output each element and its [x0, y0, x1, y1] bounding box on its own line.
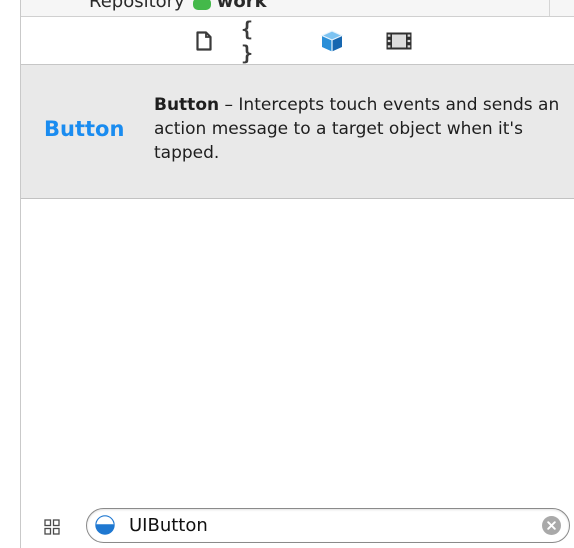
filter-bar — [21, 504, 574, 548]
clear-filter-button[interactable] — [542, 516, 561, 535]
cube-icon — [320, 30, 344, 52]
column-separator — [549, 0, 550, 16]
filter-input[interactable] — [129, 512, 509, 538]
braces-icon: { } — [241, 17, 257, 65]
library-selector-bar: { } — [21, 17, 574, 65]
object-list[interactable] — [21, 199, 574, 504]
filter-field[interactable] — [86, 508, 570, 543]
file-template-library-tab[interactable] — [193, 29, 215, 53]
grid-view-toggle[interactable] — [44, 519, 60, 535]
repository-status-icon — [192, 0, 211, 10]
repository-row: Repository work — [89, 0, 267, 12]
button-preview: Button — [44, 117, 125, 141]
object-description-panel: Button Button – Intercepts touch events … — [21, 65, 574, 199]
object-library-tab[interactable] — [319, 29, 345, 53]
object-description: Button – Intercepts touch events and sen… — [154, 93, 564, 165]
repository-label: Repository — [89, 0, 185, 12]
close-icon — [547, 521, 556, 530]
grid-icon — [44, 519, 60, 535]
button-object-icon — [95, 515, 115, 535]
object-library-panel: Repository work { } Button Button – Inte… — [0, 0, 574, 548]
code-snippet-library-tab[interactable]: { } — [241, 17, 275, 65]
film-icon — [386, 32, 412, 50]
repository-branch: work — [216, 0, 267, 12]
object-title: Button — [154, 95, 220, 115]
file-icon — [196, 31, 212, 51]
repository-strip: Repository work — [21, 0, 574, 17]
media-library-tab[interactable] — [385, 29, 413, 53]
